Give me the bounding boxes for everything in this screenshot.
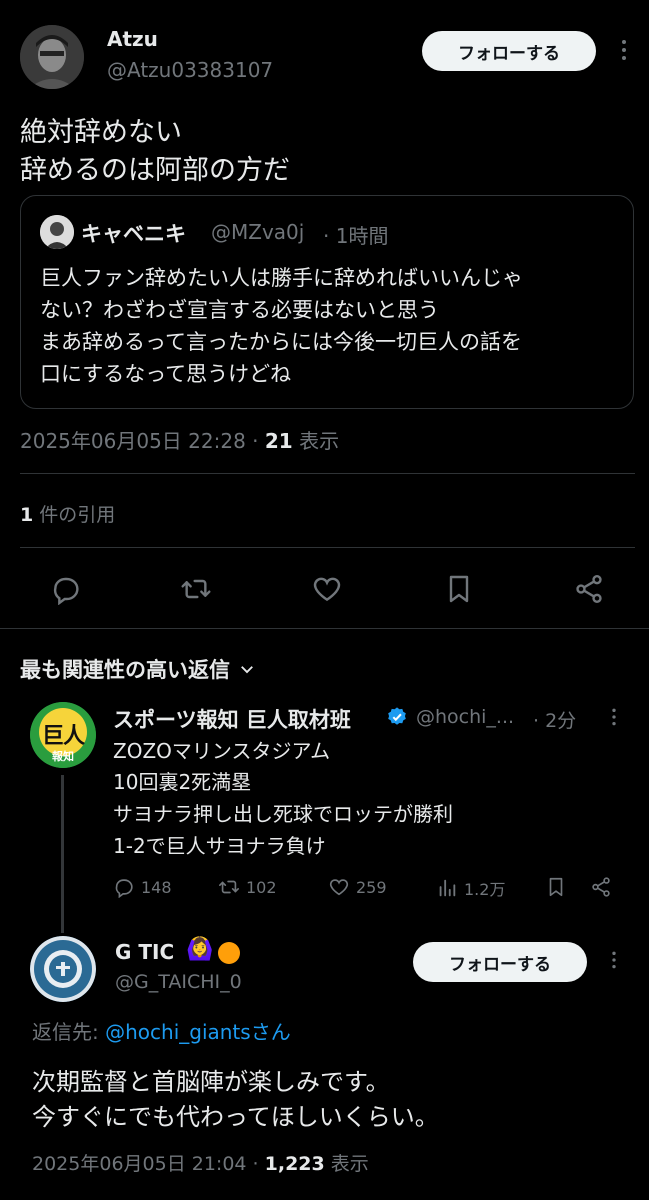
reply2-follow-button[interactable]: フォローする: [413, 942, 587, 982]
tweet-timestamp[interactable]: 2025年06月05日 22:28 ·: [20, 429, 265, 453]
quoted-time: · 1時間: [323, 224, 389, 248]
reply2-views-label: 表示: [324, 1153, 369, 1175]
divider: [20, 547, 635, 548]
reply1-display-name[interactable]: スポーツ報知 巨人取材班: [113, 704, 351, 734]
analytics-icon: [436, 877, 458, 899]
thread-line: [61, 775, 64, 933]
reply1-text-line1: ZOZOマリンスタジアム: [113, 739, 331, 763]
reply2-reply-to: 返信先: @hochi_giantsさん: [32, 1016, 291, 1045]
reply1-like-stat[interactable]: 259: [328, 876, 387, 898]
reply2-emoji: 🙆‍♀️: [186, 937, 214, 962]
replies-sort-dropdown[interactable]: 最も関連性の高い返信: [20, 654, 256, 684]
follow-button[interactable]: フォローする: [422, 31, 596, 71]
quoted-text-line1: 巨人ファン辞めたい人は勝手に辞めればいいんじゃ: [40, 266, 523, 290]
reply1-views-stat[interactable]: 1.2万: [436, 876, 505, 900]
views-count: 21: [264, 429, 293, 453]
reply1-avatar-text: 巨人: [41, 724, 85, 749]
section-separator: [0, 628, 649, 629]
quoted-handle: @MZva0j: [211, 220, 305, 244]
reply1-share-icon[interactable]: [590, 876, 612, 898]
reply2-more-icon[interactable]: [604, 950, 624, 970]
retweet-icon: [218, 876, 240, 898]
reply1-text-line4: 1-2で巨人サヨナラ負け: [113, 834, 326, 858]
quoted-display-name: キャベニキ: [81, 222, 186, 246]
reply1-text-line3: サヨナラ押し出し死球でロッテが勝利: [113, 802, 453, 826]
reply-icon: [113, 876, 135, 898]
status-dot-icon: [218, 942, 240, 964]
reply1-retweet-stat[interactable]: 102: [218, 876, 277, 898]
bookmark-icon[interactable]: [443, 573, 475, 605]
reply2-display-name[interactable]: G TIC: [115, 940, 174, 964]
reply2-meta: 2025年06月05日 21:04 · 1,223 表示: [32, 1149, 369, 1176]
chevron-down-icon: [238, 660, 256, 678]
reply1-avatar-subtext: 報知: [52, 750, 74, 763]
author-avatar[interactable]: [20, 25, 84, 89]
reply1-retweets-count: 102: [246, 877, 277, 897]
tweet-text-line1: 絶対辞めない: [20, 117, 182, 148]
author-handle[interactable]: @Atzu03383107: [107, 58, 273, 82]
reply-to-prefix: 返信先:: [32, 1020, 106, 1044]
tweet-text-line2: 辞めるのは阿部の方だ: [20, 155, 290, 186]
quoted-text-line4: 口にするなって思うけどね: [40, 362, 292, 386]
quotes-count: 1: [20, 504, 34, 526]
reply-to-suffix: さん: [250, 1020, 291, 1044]
reply1-text-line2: 10回裏2死満塁: [113, 770, 252, 794]
reply2-views-count: 1,223: [264, 1153, 325, 1175]
reply2-handle[interactable]: @G_TAICHI_0: [115, 971, 242, 993]
reply1-more-icon[interactable]: [604, 707, 624, 727]
views-label: 表示: [292, 429, 340, 453]
reply1-likes-count: 259: [356, 877, 387, 897]
reply2-avatar[interactable]: [30, 936, 96, 1002]
reply1-handle[interactable]: @hochi_...: [416, 706, 514, 728]
more-options-icon[interactable]: [612, 38, 636, 62]
reply1-views-count: 1.2万: [464, 880, 506, 899]
reply1-bookmark-icon[interactable]: [545, 876, 567, 898]
quoted-text-line3: まあ辞めるって言ったからには今後一切巨人の話を: [40, 330, 522, 354]
retweet-icon[interactable]: [180, 573, 212, 605]
reply2-text-line1: 次期監督と首脳陣が楽しみです。: [32, 1068, 390, 1096]
replies-sort-label: 最も関連性の高い返信: [20, 658, 230, 682]
reply1-reply-stat[interactable]: 148: [113, 876, 172, 898]
quotes-label: 件の引用: [33, 504, 116, 526]
quoted-tweet-card[interactable]: キャベニキ @MZva0j · 1時間 巨人ファン辞めたい人は勝手に辞めればいい…: [20, 195, 634, 409]
like-icon: [328, 876, 350, 898]
divider: [20, 473, 635, 474]
reply-to-handle[interactable]: @hochi_giants: [105, 1020, 251, 1044]
reply-icon[interactable]: [50, 573, 82, 605]
reply2-text-line2: 今すぐにでも代わってほしいくらい。: [32, 1103, 439, 1131]
reply1-avatar[interactable]: 巨人 報知: [30, 702, 96, 768]
reply1-replies-count: 148: [141, 877, 172, 897]
verified-badge-icon: [386, 706, 408, 728]
reply1-time: · 2分: [533, 710, 577, 732]
share-icon[interactable]: [573, 573, 605, 605]
tweet-meta: 2025年06月05日 22:28 · 21 表示: [20, 425, 339, 454]
quoted-text-line2: ない？わざわざ宣言する必要はないと思う: [40, 298, 439, 322]
quotes-link[interactable]: 1 件の引用: [20, 500, 115, 527]
reply2-timestamp[interactable]: 2025年06月05日 21:04 ·: [32, 1153, 265, 1175]
like-icon[interactable]: [311, 573, 343, 605]
quoted-author-avatar: [40, 215, 74, 249]
author-display-name[interactable]: Atzu: [107, 27, 158, 51]
